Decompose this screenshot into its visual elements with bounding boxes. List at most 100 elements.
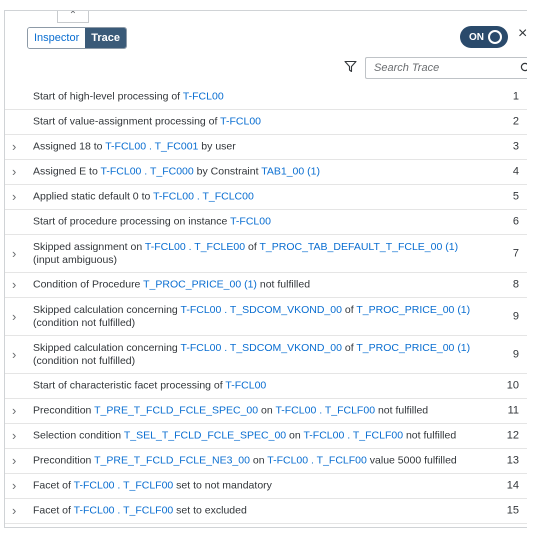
toggle-knob <box>488 30 502 44</box>
trace-text: not fulfilled <box>403 429 457 442</box>
trace-message: Skipped calculation concerning T-FCL00 .… <box>33 304 487 330</box>
trace-text: by Constraint <box>193 165 262 178</box>
trace-row[interactable]: › Precondition T_PRE_T_FCLD_FCLE_SPEC_00 … <box>5 399 527 424</box>
tab-inspector[interactable]: Inspector <box>28 28 86 48</box>
trace-object-link[interactable]: T_PROC_PRICE_00 (1) <box>356 342 470 354</box>
trace-object-link[interactable]: T_PROC_PRICE_00 (1) <box>143 279 257 291</box>
trace-text: Skipped calculation concerning <box>33 303 181 316</box>
trace-object-link[interactable]: TAB1_00 (1) <box>261 166 320 178</box>
trace-step-number: 11 <box>507 404 519 417</box>
trace-row[interactable]: › Condition of Procedure T_PROC_PRICE_00 … <box>5 273 527 298</box>
trace-message: Start of high-level processing of T-FCL0… <box>33 91 487 104</box>
toolbar: Inspector Trace ON × <box>5 11 527 91</box>
chevron-right-icon[interactable]: › <box>12 404 22 418</box>
trace-row[interactable]: › Skipped calculation concerning T-FCL00 … <box>5 336 527 374</box>
trace-object-link[interactable]: T-FCL00 . T_FC001 <box>105 141 198 153</box>
trace-step-number: 7 <box>512 247 519 259</box>
trace-row[interactable]: › Facet of T-FCL00 . T_FCLF00 set to not … <box>5 474 527 499</box>
search-field[interactable] <box>365 57 527 79</box>
chevron-right-icon[interactable]: › <box>12 190 22 204</box>
trace-row[interactable]: › Precondition T_PRE_T_FCLD_FCLE_NE3_00 o… <box>5 449 527 474</box>
trace-row[interactable]: › Assigned E to T-FCL00 . T_FC000 by Cons… <box>5 160 527 185</box>
search-input[interactable] <box>366 62 514 74</box>
filter-icon[interactable] <box>344 60 357 73</box>
trace-step-number: 9 <box>512 310 519 322</box>
trace-object-link[interactable]: T-FCL00 . T_FCLF00 <box>275 405 375 417</box>
trace-row: Start of value-assignment processing of … <box>5 110 527 135</box>
trace-object-link[interactable]: T-FCL00 <box>183 91 224 103</box>
trace-text: by user <box>198 140 236 153</box>
trace-row: Start of high-level processing of T-FCL0… <box>5 85 527 110</box>
trace-text: Facet of <box>33 504 74 517</box>
trace-object-link[interactable]: T_SEL_T_FCLD_FCLE_SPEC_00 <box>124 430 286 442</box>
trace-message: Condition of Procedure T_PROC_PRICE_00 (… <box>33 279 487 292</box>
trace-text: Assigned E to <box>33 165 101 178</box>
chevron-right-icon[interactable]: › <box>12 454 22 468</box>
trace-text: of <box>341 341 357 354</box>
trace-message: Start of characteristic facet processing… <box>33 380 487 393</box>
trace-row: Start of characteristic facet processing… <box>5 374 527 399</box>
trace-text: not fulfilled <box>256 278 311 291</box>
trace-text: on <box>258 404 276 417</box>
trace-row[interactable]: › Selection condition T_SEL_T_FCLD_FCLE_S… <box>5 424 527 449</box>
trace-row: Start of procedure processing on instanc… <box>5 210 527 235</box>
trace-step-number: 10 <box>506 379 519 392</box>
trace-object-link[interactable]: T-FCL00 <box>225 380 266 392</box>
trace-row[interactable]: › Skipped assignment on T-FCL00 . T_FCLE0… <box>5 235 527 273</box>
trace-toggle[interactable]: ON <box>460 26 508 48</box>
trace-object-link[interactable]: T_PROC_PRICE_00 (1) <box>356 304 470 316</box>
trace-object-link[interactable]: T-FCL00 <box>230 216 271 228</box>
trace-object-link[interactable]: T-FCL00 . T_FCLF00 <box>267 455 367 467</box>
trace-message: Skipped assignment on T-FCL00 . T_FCLE00… <box>33 241 487 267</box>
trace-message: Selection condition T_SEL_T_FCLD_FCLE_SP… <box>33 430 487 443</box>
trace-message: Precondition T_PRE_T_FCLD_FCLE_NE3_00 on… <box>33 455 487 468</box>
tab-trace[interactable]: Trace <box>85 28 126 48</box>
trace-object-link[interactable]: T-FCL00 . T_FC000 <box>101 166 194 178</box>
chevron-right-icon[interactable]: › <box>12 165 22 179</box>
trace-text: Facet of <box>33 479 74 492</box>
trace-object-link[interactable]: T-FCL00 . T_SDCOM_VKOND_00 <box>181 304 342 316</box>
trace-object-link[interactable]: T-FCL00 . T_FCLF00 <box>303 430 403 442</box>
close-icon[interactable]: × <box>518 25 527 43</box>
trace-object-link[interactable]: T-FCL00 . T_SDCOM_VKOND_00 <box>181 342 342 354</box>
trace-object-link[interactable]: T-FCL00 . T_FCLC00 <box>153 191 254 203</box>
trace-object-link[interactable]: T_PROC_TAB_DEFAULT_T_FCLE_00 (1) <box>259 241 458 253</box>
trace-step-number: 12 <box>506 429 519 442</box>
chevron-right-icon[interactable]: › <box>12 140 22 154</box>
trace-step-number: 3 <box>512 140 519 153</box>
trace-text: Assigned 18 to <box>33 140 106 153</box>
trace-text: value 5000 fulfilled <box>366 454 457 467</box>
trace-message: Precondition T_PRE_T_FCLD_FCLE_SPEC_00 o… <box>33 405 487 418</box>
chevron-right-icon[interactable]: › <box>12 309 22 324</box>
chevron-right-icon[interactable]: › <box>12 278 22 292</box>
toggle-label: ON <box>469 31 484 43</box>
trace-object-link[interactable]: T-FCL00 . T_FCLF00 <box>74 480 174 492</box>
trace-row[interactable]: › Facet of T-FCL00 . T_FCLF00 set to excl… <box>5 499 527 524</box>
trace-message: Facet of T-FCL00 . T_FCLF00 set to not m… <box>33 480 487 493</box>
chevron-right-icon[interactable]: › <box>12 429 22 443</box>
search-icon[interactable] <box>520 62 527 74</box>
trace-message: Start of value-assignment processing of … <box>33 116 487 129</box>
trace-text: Start of high-level processing of <box>33 90 183 103</box>
trace-message: Applied static default 0 to T-FCL00 . T_… <box>33 191 487 204</box>
trace-row[interactable]: › Assigned 18 to T-FCL00 . T_FC001 by use… <box>5 135 527 160</box>
trace-object-link[interactable]: T-FCL00 . T_FCLF00 <box>74 505 174 517</box>
trace-object-link[interactable]: T_PRE_T_FCLD_FCLE_SPEC_00 <box>94 405 258 417</box>
trace-message: Skipped calculation concerning T-FCL00 .… <box>33 342 487 368</box>
trace-row[interactable]: › Skipped calculation concerning T-FCL00 … <box>5 298 527 336</box>
trace-text: Start of value-assignment processing of <box>33 115 221 128</box>
trace-object-link[interactable]: T_PRE_T_FCLD_FCLE_NE3_00 <box>94 455 250 467</box>
chevron-right-icon[interactable]: › <box>12 347 22 362</box>
trace-object-link[interactable]: T-FCL00 <box>220 116 261 128</box>
trace-text: Applied static default 0 to <box>33 190 154 203</box>
chevron-right-icon[interactable]: › <box>12 479 22 493</box>
chevron-right-icon[interactable]: › <box>12 246 22 261</box>
trace-step-number: 1 <box>512 90 519 103</box>
chevron-right-icon[interactable]: › <box>12 504 22 518</box>
trace-row[interactable]: › Applied static default 0 to T-FCL00 . T… <box>5 185 527 210</box>
trace-object-link[interactable]: T-FCL00 . T_FCLE00 <box>145 241 245 253</box>
trace-step-number: 6 <box>512 215 519 228</box>
trace-text: Precondition <box>33 404 95 417</box>
trace-step-number: 5 <box>512 190 519 203</box>
trace-text: Skipped assignment on <box>33 240 145 253</box>
